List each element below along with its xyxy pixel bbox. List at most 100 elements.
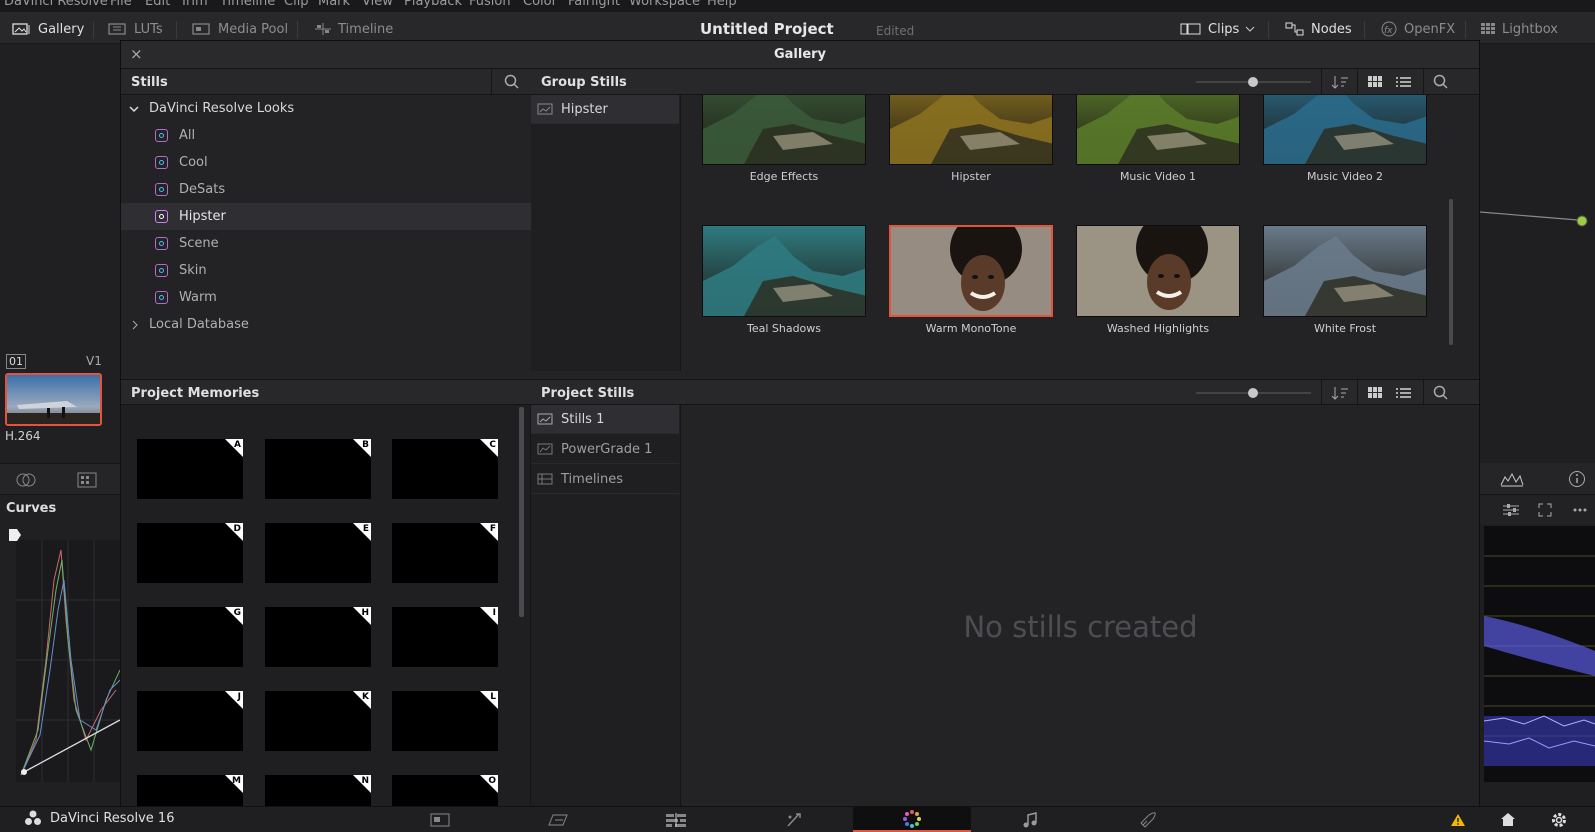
tree-item-warm[interactable]: Warm: [121, 284, 536, 311]
memory-slot[interactable]: L: [392, 691, 498, 751]
curve-handle-icon[interactable]: [8, 528, 22, 542]
home-icon[interactable]: [1500, 812, 1516, 827]
grid-view-icon[interactable]: [1368, 387, 1383, 399]
expand-icon[interactable]: [1538, 503, 1552, 517]
sort-icon[interactable]: [1331, 75, 1349, 89]
page-media[interactable]: [381, 807, 499, 832]
memory-slot[interactable]: E: [265, 523, 371, 583]
page-fairlight[interactable]: [971, 807, 1089, 832]
scrollbar[interactable]: [1449, 199, 1453, 345]
menu-trim[interactable]: Trim: [180, 0, 208, 9]
memory-slot[interactable]: G: [137, 607, 243, 667]
memory-slot[interactable]: H: [265, 607, 371, 667]
search-icon[interactable]: [1433, 74, 1449, 90]
album-label: Stills 1: [561, 411, 605, 427]
page-cut[interactable]: [499, 807, 617, 832]
divider: [1423, 380, 1424, 406]
tree-item-desats[interactable]: DeSats: [121, 176, 536, 203]
lightbox-button[interactable]: Lightbox: [1480, 19, 1558, 39]
still-thumbnail[interactable]: White Frost: [1263, 225, 1427, 335]
warning-icon[interactable]: [1450, 813, 1466, 827]
memory-slot[interactable]: B: [265, 439, 371, 499]
openfx-button[interactable]: fx OpenFX: [1380, 19, 1455, 39]
waveform-scope: [1484, 526, 1595, 782]
close-icon[interactable]: ×: [130, 45, 143, 63]
menu-color[interactable]: Color: [523, 0, 557, 9]
tree-local-database[interactable]: Local Database: [121, 311, 536, 338]
list-view-icon[interactable]: [1396, 387, 1411, 399]
still-thumbnail[interactable]: Hipster: [889, 95, 1053, 183]
menu-view[interactable]: View: [362, 0, 393, 9]
more-options-icon[interactable]: [1572, 507, 1588, 513]
search-icon[interactable]: [1433, 385, 1449, 401]
album-hipster[interactable]: Hipster: [531, 95, 679, 124]
menu-clip[interactable]: Clip: [284, 0, 309, 9]
tree-item-skin[interactable]: Skin: [121, 257, 536, 284]
thumbnail-size-slider[interactable]: [1196, 77, 1311, 87]
page-edit[interactable]: [617, 807, 735, 832]
still-thumbnail[interactable]: Music Video 1: [1076, 95, 1240, 183]
luts-button[interactable]: LUTs: [108, 19, 163, 39]
menu-app[interactable]: DaVinci Resolve: [4, 0, 108, 9]
album-powergrade-1[interactable]: PowerGrade 1: [531, 435, 679, 464]
camera-raw-icon[interactable]: [14, 471, 40, 489]
menu-timeline[interactable]: Timeline: [220, 0, 275, 9]
media-pool-button[interactable]: Media Pool: [192, 19, 288, 39]
memory-slot-letter: I: [492, 608, 496, 618]
memory-slot[interactable]: C: [392, 439, 498, 499]
menu-edit[interactable]: Edit: [145, 0, 170, 9]
album-stills-1[interactable]: Stills 1: [531, 405, 679, 434]
menu-playback[interactable]: Playback: [404, 0, 462, 9]
search-icon[interactable]: [504, 74, 520, 90]
clips-button[interactable]: Clips: [1180, 19, 1255, 39]
album-timelines[interactable]: Timelines: [531, 465, 679, 494]
gallery-label: Gallery: [38, 21, 85, 37]
toolbar-divider: [1268, 21, 1269, 39]
still-thumbnail[interactable]: Music Video 2: [1263, 95, 1427, 183]
memory-slot[interactable]: D: [137, 523, 243, 583]
still-thumbnail[interactable]: Edge Effects: [702, 95, 866, 183]
resolve-logo-icon: [24, 810, 42, 826]
menu-mark[interactable]: Mark: [318, 0, 350, 9]
page-color[interactable]: [853, 807, 971, 832]
memory-slot[interactable]: A: [137, 439, 243, 499]
chevron-down-icon: [1245, 25, 1255, 33]
timeline-button[interactable]: Timeline: [314, 19, 393, 39]
thumbnail-size-slider[interactable]: [1196, 388, 1311, 398]
still-thumbnail[interactable]: Teal Shadows: [702, 225, 866, 335]
menu-help[interactable]: Help: [707, 0, 737, 9]
page-fusion[interactable]: [735, 807, 853, 832]
tree-item-cool[interactable]: Cool: [121, 149, 536, 176]
grid-view-icon[interactable]: [1368, 76, 1383, 88]
clip-thumbnail[interactable]: [5, 373, 102, 426]
tree-item-scene[interactable]: Scene: [121, 230, 536, 257]
menu-fairlight[interactable]: Fairlight: [568, 0, 620, 9]
gear-icon[interactable]: [1550, 811, 1568, 829]
menu-file[interactable]: File: [110, 0, 132, 9]
look-icon: [155, 264, 168, 277]
menu-fusion[interactable]: Fusion: [469, 0, 511, 9]
page-deliver[interactable]: [1089, 807, 1207, 832]
memory-slot[interactable]: F: [392, 523, 498, 583]
tree-item-hipster[interactable]: Hipster: [121, 203, 536, 230]
memory-slot[interactable]: K: [265, 691, 371, 751]
nodes-button[interactable]: Nodes: [1285, 19, 1352, 39]
list-view-icon[interactable]: [1396, 76, 1411, 88]
scrollbar[interactable]: [519, 407, 524, 617]
scope-icon[interactable]: [1500, 471, 1524, 487]
sort-icon[interactable]: [1331, 386, 1349, 400]
gallery-button[interactable]: Gallery: [12, 19, 84, 39]
tree-item-all[interactable]: All: [121, 122, 536, 149]
tree-root[interactable]: DaVinci Resolve Looks: [121, 95, 536, 122]
color-match-icon[interactable]: [76, 471, 98, 489]
memory-slot[interactable]: J: [137, 691, 243, 751]
slider-handle[interactable]: [1248, 77, 1258, 87]
still-thumbnail[interactable]: Warm MonoTone: [889, 225, 1053, 335]
menu-workspace[interactable]: Workspace: [629, 0, 700, 9]
slider-handle[interactable]: [1248, 388, 1258, 398]
memory-slot[interactable]: I: [392, 607, 498, 667]
settings-sliders-icon[interactable]: [1502, 503, 1520, 517]
info-icon[interactable]: [1568, 470, 1586, 488]
still-thumbnail[interactable]: Washed Highlights: [1076, 225, 1240, 335]
curves-graph[interactable]: [9, 529, 120, 782]
